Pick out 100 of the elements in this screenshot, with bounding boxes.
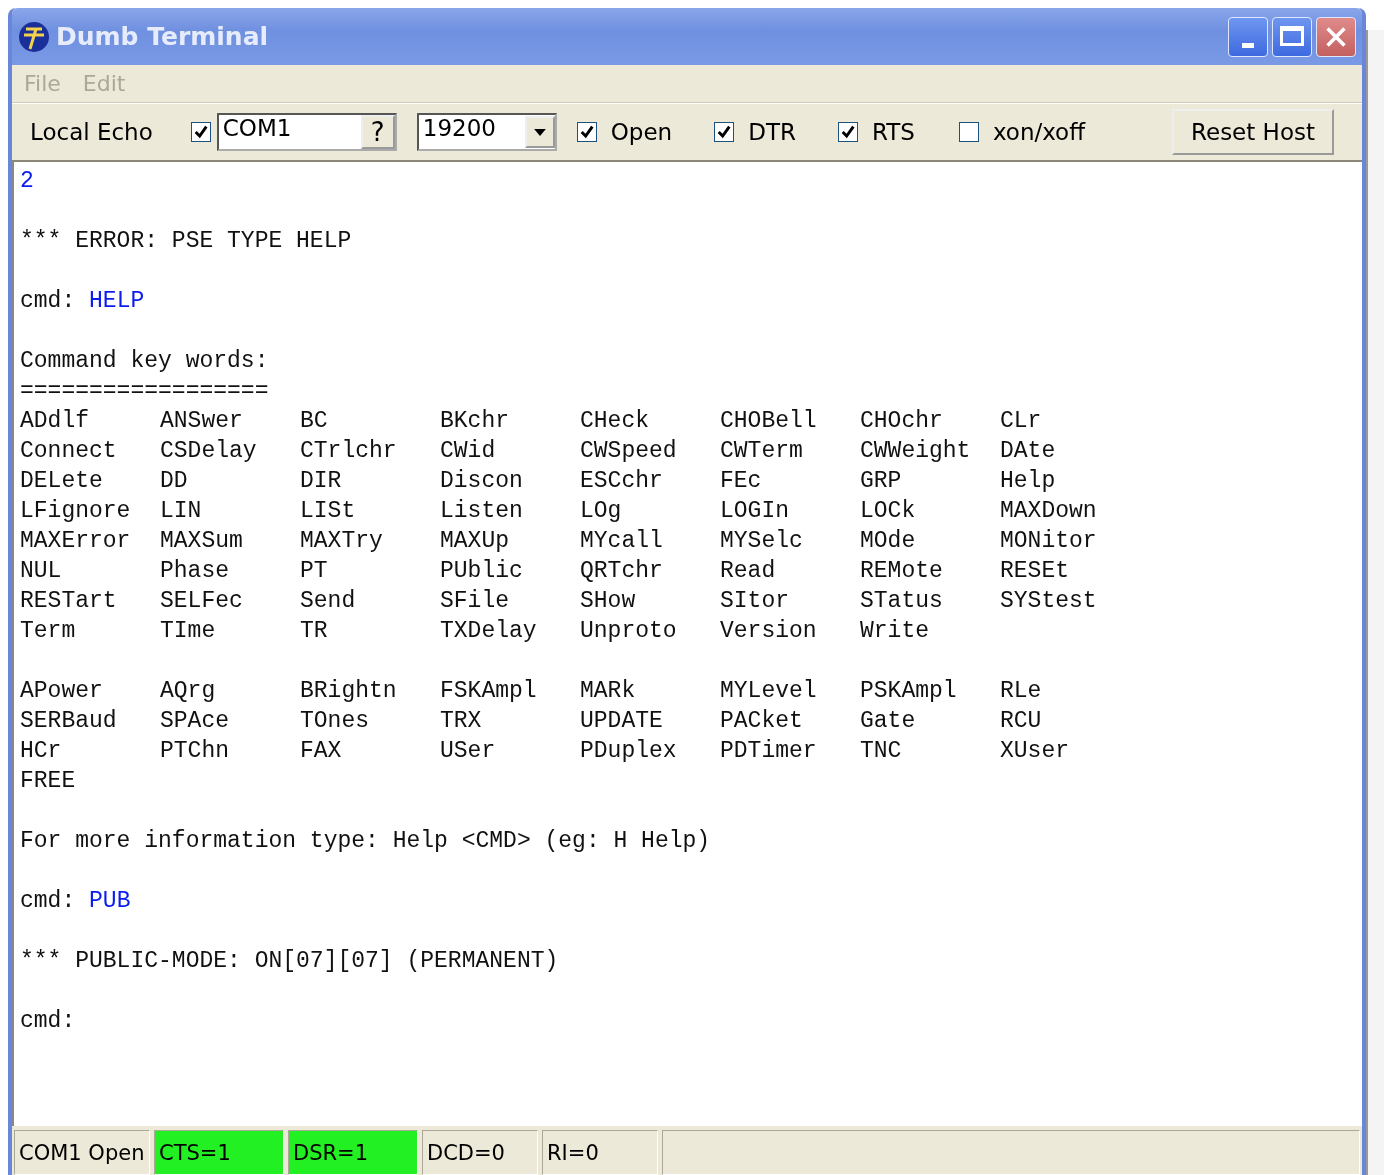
keyword-text: Discon: [440, 467, 524, 496]
keyword-text: BRightn: [300, 677, 398, 706]
keyword-text: ANSwer: [160, 407, 244, 436]
keyword-text: Help: [1000, 467, 1057, 496]
keyword-text: REMote: [860, 557, 944, 586]
keyword-text: CWTerm: [720, 437, 804, 466]
option-checkbox[interactable]: Open: [576, 119, 673, 145]
option-checkbox[interactable]: DTR: [714, 119, 796, 145]
keyword-text: BKchr: [440, 407, 510, 436]
terminal-text: *** ERROR: PSE TYPE HELP: [20, 228, 352, 254]
keyword-text: AQrg: [160, 677, 217, 706]
keyword-text: Listen: [440, 497, 524, 526]
keyword-text: MYcall: [580, 527, 664, 556]
keyword-text: Term: [20, 617, 77, 646]
terminal-text: cmd:: [20, 1008, 76, 1034]
keyword-text: SYStest: [1000, 587, 1098, 616]
keyword-text: CHOBell: [720, 407, 818, 436]
globe-icon: [18, 20, 50, 53]
keyword-text: PUblic: [440, 557, 524, 586]
keyword-text: RESTart: [20, 587, 118, 616]
keyword-text: TNC: [860, 737, 903, 766]
option-checkbox[interactable]: RTS: [837, 119, 915, 145]
keyword-text: SPAce: [160, 707, 230, 736]
keyword-text: MYLevel: [720, 677, 818, 706]
keyword-text: DIR: [300, 467, 343, 496]
keyword-text: RLe: [1000, 677, 1043, 706]
keyword-text: Gate: [860, 707, 917, 736]
baud-dropdown[interactable]: 19200: [416, 113, 557, 151]
keyword-text: Read: [720, 557, 777, 586]
local-echo-checkbox[interactable]: [190, 122, 211, 142]
status-panel: CTS=1: [154, 1130, 284, 1175]
keyword-text: TRX: [440, 707, 483, 736]
checkmark-icon: [578, 124, 595, 140]
keyword-text: GRP: [860, 467, 903, 496]
command-prompt: cmd:: [20, 888, 76, 914]
keyword-text: MAXSum: [160, 527, 244, 556]
terminal-input-text: 2: [20, 168, 34, 194]
keyword-text: RESEt: [1000, 557, 1070, 586]
keyword-text: TR: [300, 617, 329, 646]
keyword-text: CSDelay: [160, 437, 258, 466]
keyword-text: Phase: [160, 557, 230, 586]
keyword-text: MONitor: [1000, 527, 1098, 556]
keyword-text: MARk: [580, 677, 637, 706]
keyword-text: FSKAmpl: [440, 677, 538, 706]
status-panel: COM1 Open: [14, 1130, 150, 1175]
keyword-text: RCU: [1000, 707, 1043, 736]
keyword-text: DD: [160, 467, 189, 496]
status-panel: DSR=1: [288, 1130, 418, 1175]
keyword-text: STatus: [860, 587, 944, 616]
keyword-text: CHOchr: [860, 407, 944, 436]
keyword-text: CTrlchr: [300, 437, 398, 466]
terminal-text: *** PUBLIC-MODE: ON[07][07] (PERMANENT): [20, 948, 559, 974]
keyword-text: ADdlf: [20, 407, 90, 436]
keyword-text: UPDATE: [580, 707, 664, 736]
keyword-text: Connect: [20, 437, 118, 466]
keyword-text: PSKAmpl: [860, 677, 958, 706]
help-button[interactable]: ?: [360, 115, 395, 149]
port-field[interactable]: COM1 ?: [216, 113, 397, 151]
keyword-text: CWSpeed: [580, 437, 678, 466]
keyword-text: ESCchr: [580, 467, 664, 496]
keyword-text: MOde: [860, 527, 917, 556]
keyword-text: FEc: [720, 467, 763, 496]
keyword-text: LOg: [580, 497, 623, 526]
keyword-text: SELFec: [160, 587, 244, 616]
keyword-text: CLr: [1000, 407, 1043, 436]
keyword-text: NUL: [20, 557, 63, 586]
keyword-text: PDTimer: [720, 737, 818, 766]
terminal-text: Command key words:: [20, 348, 269, 374]
status-panel: DCD=0: [422, 1130, 538, 1175]
keyword-text: MAXError: [20, 527, 132, 556]
keyword-text: LOGIn: [720, 497, 790, 526]
keyword-text: MAXTry: [300, 527, 384, 556]
keyword-text: FAX: [300, 737, 343, 766]
caret-icon: [533, 128, 546, 136]
maximize-button[interactable]: [1272, 16, 1312, 57]
keyword-text: LOCk: [860, 497, 917, 526]
keyword-text: APower: [20, 677, 104, 706]
keyword-text: BC: [300, 407, 329, 436]
reset-host-button[interactable]: Reset Host: [1172, 109, 1334, 155]
terminal-text: For more information type: Help <CMD> (eg: H Help): [20, 828, 711, 854]
local-echo-label: Local Echo: [30, 119, 153, 145]
minimize-button[interactable]: [1228, 16, 1268, 57]
keyword-text: XUser: [1000, 737, 1070, 766]
checkmark-icon: [716, 124, 733, 140]
close-button[interactable]: [1316, 16, 1356, 57]
keyword-text: PACket: [720, 707, 804, 736]
keyword-text: Send: [300, 587, 357, 616]
keyword-text: CWid: [440, 437, 497, 466]
keyword-text: SItor: [720, 587, 790, 616]
option-checkbox[interactable]: xon/xoff: [958, 119, 1086, 145]
keyword-text: CHeck: [580, 407, 650, 436]
status-panel: RI=0: [542, 1130, 658, 1175]
keyword-text: TXDelay: [440, 617, 538, 646]
keyword-text: PT: [300, 557, 329, 586]
keyword-text: DELete: [20, 467, 104, 496]
keyword-text: DAte: [1000, 437, 1057, 466]
terminal-input-text: PUB: [89, 888, 131, 914]
keyword-text: CWWeight: [860, 437, 972, 466]
command-prompt: cmd:: [20, 288, 76, 314]
keyword-text: QRTchr: [580, 557, 664, 586]
